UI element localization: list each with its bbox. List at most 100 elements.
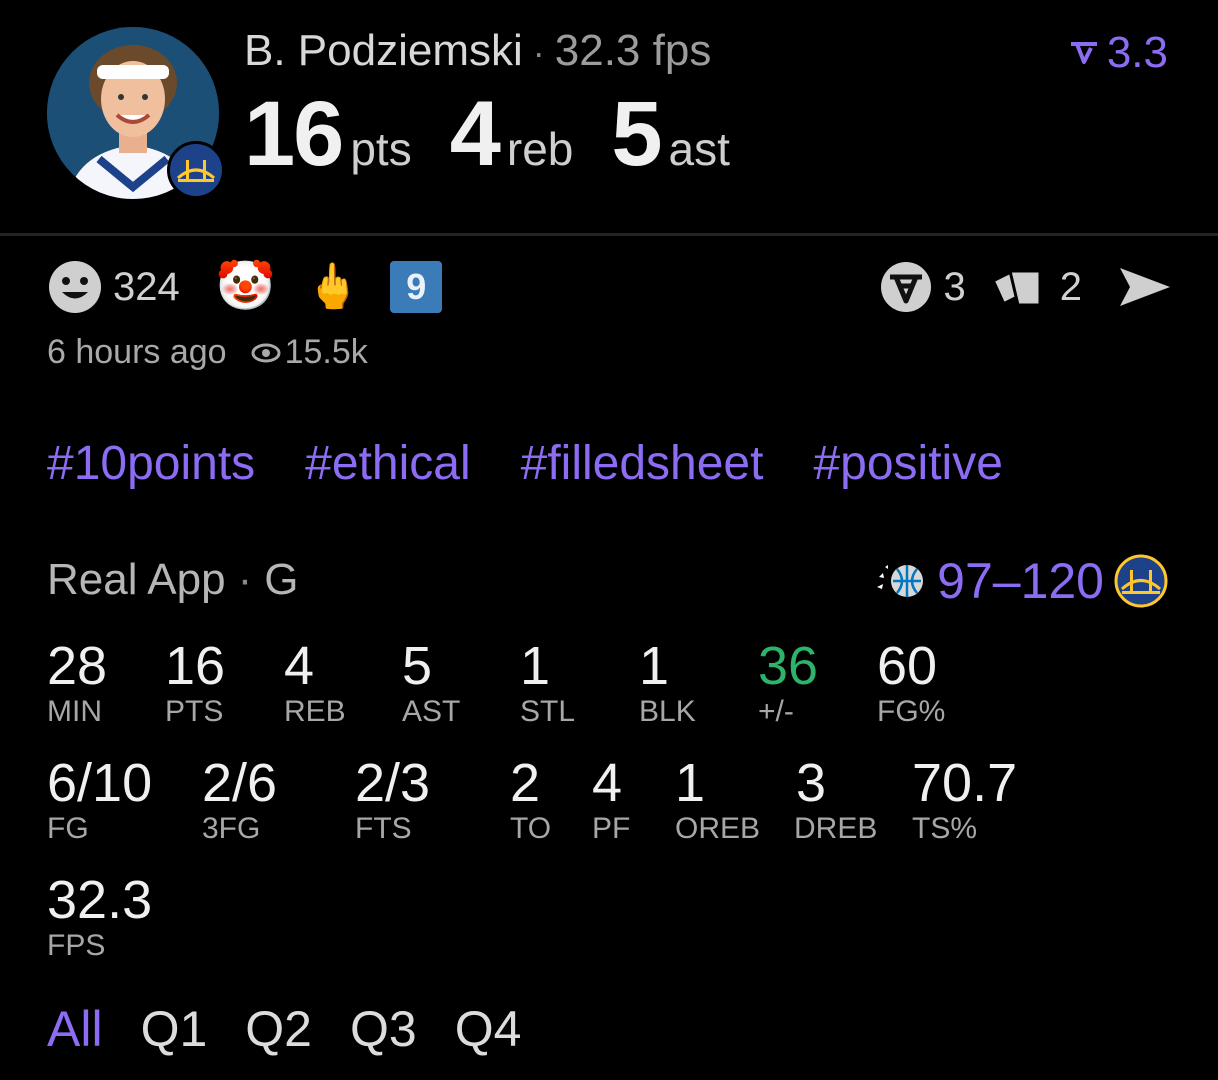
tag-link[interactable]: #10points (47, 436, 255, 491)
header-divider (0, 233, 1218, 236)
team-logo-badge (167, 141, 225, 199)
stat-oreb: 1 OREB (675, 754, 760, 846)
stat-label: TO (510, 812, 552, 845)
headline-stats: 16 pts 4 reb 5 ast (244, 82, 768, 187)
tag-link[interactable]: #filledsheet (521, 436, 764, 491)
player-name-line: B. Podziemski · 32.3 fps (244, 26, 711, 76)
stat-label: TS% (912, 812, 978, 845)
reactions-row: 324 🤡 🖕 9 (47, 258, 443, 316)
stat-value: 2 (510, 753, 541, 813)
stat-value: 4 (592, 753, 623, 813)
share-button[interactable] (1116, 262, 1174, 312)
headline-pts-value: 16 (244, 83, 344, 185)
stat-value: 16 (165, 636, 226, 696)
send-icon (1120, 268, 1170, 306)
stat-value: 1 (639, 636, 670, 696)
stat-value: 60 (877, 636, 938, 696)
stat-to: 2 TO (510, 754, 551, 846)
stat-plus-minus: 36 +/- (758, 637, 818, 729)
stat-label: STL (520, 695, 576, 728)
stat-ts-pct: 70.7 TS% (912, 754, 1017, 846)
tab-all[interactable]: All (47, 1000, 103, 1058)
stat-value: 5 (402, 636, 433, 696)
number-badge[interactable]: 9 (390, 261, 443, 313)
cards-icon (992, 269, 1042, 307)
game-source-line: Real App · G (47, 555, 298, 605)
vote-button[interactable] (878, 259, 934, 315)
smiley-count: 324 (113, 264, 180, 309)
stat-value: 32.3 (47, 870, 153, 930)
headline-reb-value: 4 (449, 83, 501, 185)
stat-pf: 4 PF (592, 754, 630, 846)
smiley-icon (49, 261, 101, 313)
stat-label: OREB (675, 812, 761, 845)
view-count: 15.5k (284, 333, 368, 371)
tab-q4[interactable]: Q4 (455, 1000, 522, 1058)
stat-label: PF (592, 812, 631, 845)
cards-count: 2 (1059, 264, 1082, 309)
stat-label: REB (284, 695, 346, 728)
rating[interactable]: 3.3 (1069, 28, 1168, 78)
cards-button[interactable] (988, 259, 1050, 315)
eye-icon (251, 343, 281, 362)
separator: · (237, 555, 253, 604)
warriors-bridge-icon (1114, 554, 1168, 608)
stat-value: 1 (520, 636, 551, 696)
rating-value: 3.3 (1106, 28, 1168, 77)
player-position: G (264, 555, 299, 604)
stat-label: MIN (47, 695, 102, 728)
stat-value: 1 (675, 753, 706, 813)
headline-ast-unit: ast (668, 123, 730, 175)
stat-stl: 1 STL (520, 637, 575, 729)
tab-q2[interactable]: Q2 (245, 1000, 312, 1058)
vote-count: 3 (943, 264, 966, 309)
tag-link[interactable]: #positive (813, 436, 1002, 491)
tag-link[interactable]: #ethical (305, 436, 470, 491)
stat-min: 28 MIN (47, 637, 107, 729)
stat-label: AST (402, 695, 461, 728)
stat-fts: 2/3 FTS (355, 754, 430, 846)
player-fps: 32.3 fps (554, 26, 712, 75)
stat-value: 6/10 (47, 753, 153, 813)
tab-q3[interactable]: Q3 (350, 1000, 417, 1058)
stat-value: 70.7 (912, 753, 1018, 813)
warriors-bridge-icon (172, 146, 220, 194)
separator: · (532, 32, 545, 73)
tags-row: #10points #ethical #filledsheet #positiv… (47, 436, 1003, 491)
time-ago: 6 hours ago (47, 333, 227, 371)
stat-3fg: 2/6 3FG (202, 754, 277, 846)
stat-label: FTS (355, 812, 412, 845)
rating-chevron-icon (1070, 42, 1097, 64)
stat-label: DREB (794, 812, 878, 845)
headline-ast-value: 5 (611, 83, 662, 185)
stat-fg-pct: 60 FG% (877, 637, 945, 729)
headline-reb-unit: reb (506, 123, 574, 175)
smiley-reaction-button[interactable] (47, 259, 103, 315)
game-score[interactable]: 97–120 (875, 552, 1168, 610)
stat-label: +/- (758, 695, 794, 728)
post-meta: 6 hours ago 15.5k (47, 333, 368, 372)
game-source: Real App (47, 555, 226, 604)
stat-dreb: 3 DREB (794, 754, 877, 846)
stat-label: FPS (47, 929, 106, 962)
actions-row: 3 2 (878, 258, 1175, 316)
stat-blk: 1 BLK (639, 637, 696, 729)
clown-reaction-button[interactable]: 🤡 (216, 259, 276, 315)
magic-logo-icon (877, 565, 924, 597)
quarter-tabs: All Q1 Q2 Q3 Q4 (47, 1000, 521, 1058)
stat-label: 3FG (202, 812, 261, 845)
stat-label: PTS (165, 695, 224, 728)
stat-ast: 5 AST (402, 637, 460, 729)
stat-fps: 32.3 FPS (47, 871, 152, 963)
score-value: 97–120 (937, 553, 1104, 609)
tab-q1[interactable]: Q1 (141, 1000, 208, 1058)
middle-finger-reaction-button[interactable]: 🖕 (306, 259, 361, 315)
stat-pts: 16 PTS (165, 637, 225, 729)
stat-value: 3 (796, 753, 827, 813)
headline-pts-unit: pts (350, 123, 412, 175)
stat-label: FG% (877, 695, 946, 728)
stat-label: FG (47, 812, 89, 845)
stat-value: 2/6 (202, 753, 278, 813)
stat-value: 28 (47, 636, 108, 696)
player-name[interactable]: B. Podziemski (244, 26, 523, 75)
